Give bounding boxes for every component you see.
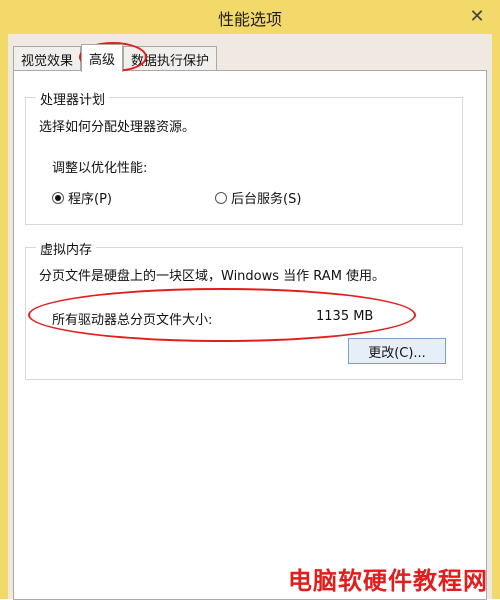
paging-file-total-value: 1135 MB xyxy=(316,309,374,324)
radio-programs[interactable]: 程序(P) xyxy=(52,188,112,207)
change-button[interactable]: 更改(C)... xyxy=(348,338,446,364)
tab-advanced[interactable]: 高级 xyxy=(81,44,124,72)
title-bar: 性能选项 ✕ xyxy=(0,0,500,34)
tab-strip: 视觉效果 高级 数据执行保护 xyxy=(13,44,218,72)
processor-scheduling-title: 处理器计划 xyxy=(36,89,110,108)
close-icon[interactable]: ✕ xyxy=(464,4,490,28)
virtual-memory-description: 分页文件是硬盘上的一块区域，Windows 当作 RAM 使用。 xyxy=(39,269,386,284)
tab-data-execution-prevention[interactable]: 数据执行保护 xyxy=(123,46,218,71)
radio-background-services-label: 后台服务(S) xyxy=(231,192,302,207)
radio-background-services[interactable]: 后台服务(S) xyxy=(215,188,301,207)
adjust-performance-label: 调整以优化性能: xyxy=(52,161,148,176)
paging-file-total-label: 所有驱动器总分页文件大小: xyxy=(52,313,213,328)
tab-visual-effects[interactable]: 视觉效果 xyxy=(13,46,82,71)
watermark-text: 电脑软硬件教程网 xyxy=(288,567,488,595)
window-title: 性能选项 xyxy=(217,10,282,29)
radio-background-services-dot[interactable] xyxy=(215,191,227,204)
virtual-memory-title: 虚拟内存 xyxy=(36,239,97,258)
processor-scheduling-description: 选择如何分配处理器资源。 xyxy=(39,120,196,135)
radio-programs-dot[interactable] xyxy=(52,191,64,204)
radio-programs-label: 程序(P) xyxy=(68,192,112,207)
